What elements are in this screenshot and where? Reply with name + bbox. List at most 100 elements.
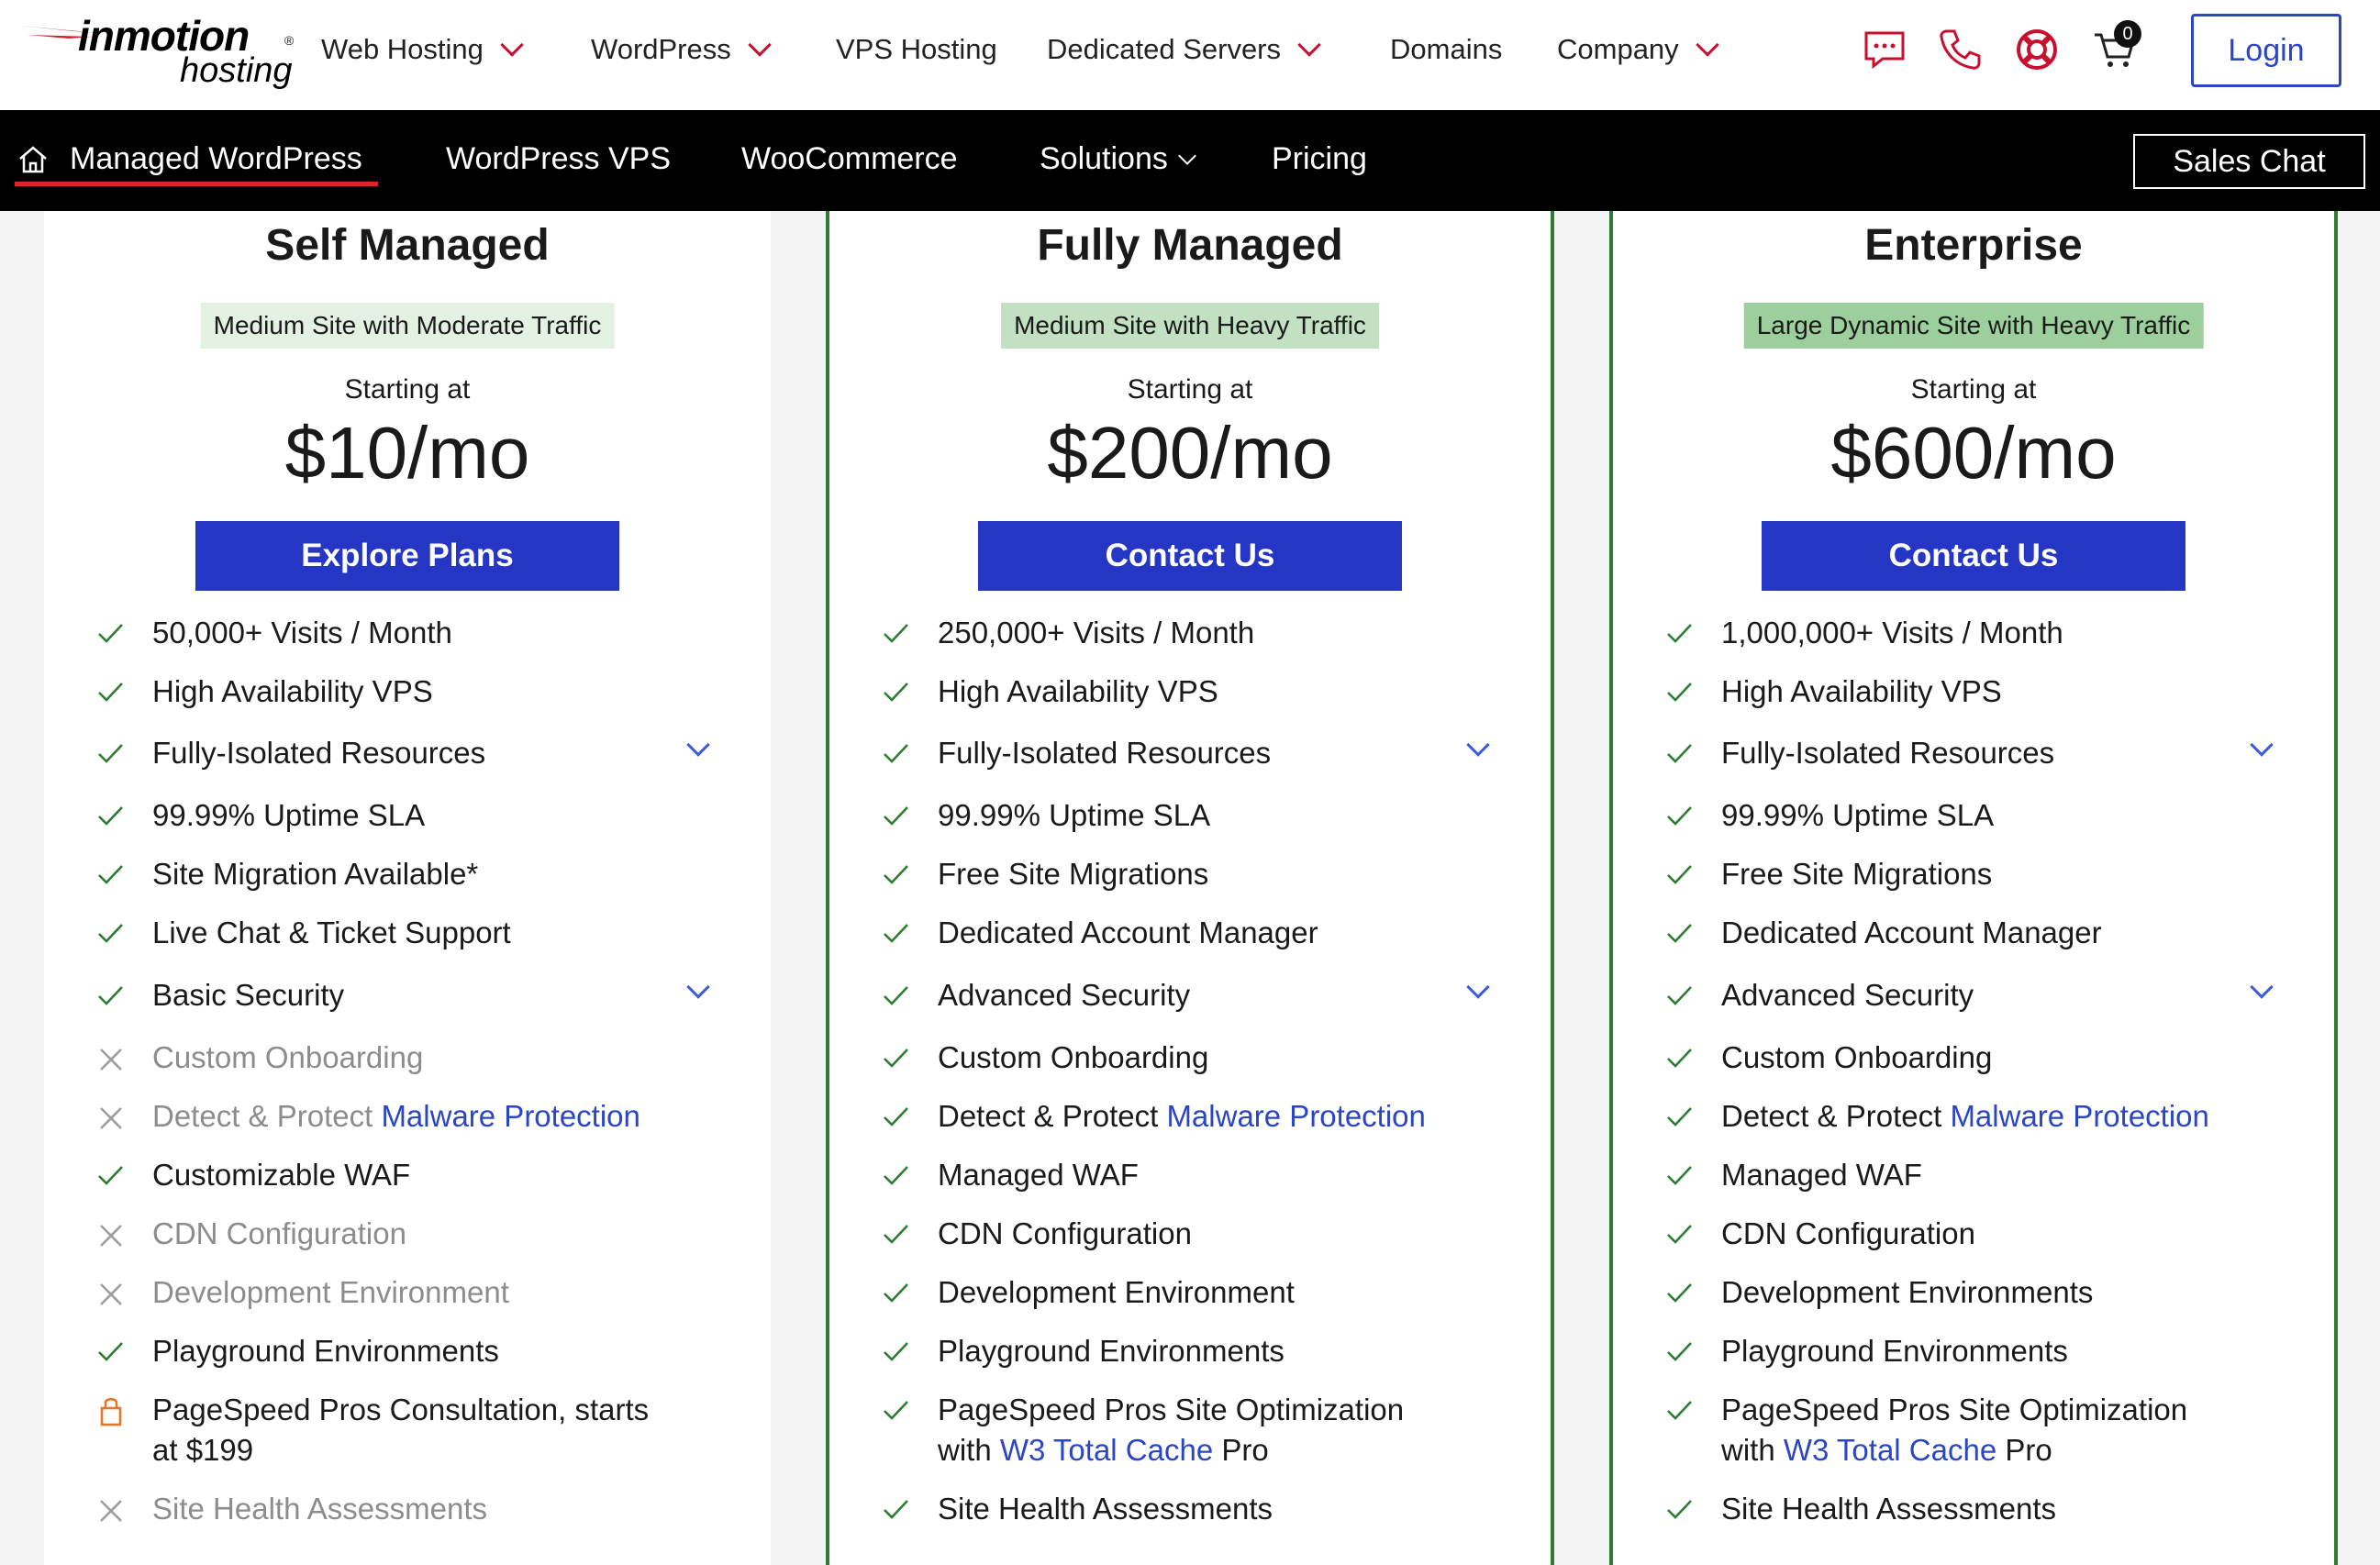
check-icon	[881, 672, 912, 712]
feature-row: CDN Configuration	[881, 1214, 1499, 1254]
feature-row: 1,000,000+ Visits / Month	[1664, 613, 2283, 653]
chevron-down-icon	[748, 33, 772, 57]
feature-content: Dedicated Account Manager	[1721, 913, 2102, 953]
nav-wordpress[interactable]: WordPress	[591, 33, 772, 66]
feature-content: Fully-Isolated Resources	[152, 733, 485, 773]
nav-vps-hosting[interactable]: VPS Hosting	[836, 33, 997, 66]
cross-icon	[95, 1038, 127, 1078]
nav-domains[interactable]: Domains	[1390, 33, 1502, 66]
starting-at-label: Starting at	[1127, 374, 1253, 405]
cross-icon	[95, 1214, 127, 1254]
feature-text: PageSpeed Pros Consultation, starts	[152, 1393, 650, 1426]
check-icon	[881, 854, 912, 894]
feature-row: PageSpeed Pros Site Optimization with W3 …	[1664, 1390, 2283, 1471]
phone-icon[interactable]	[1936, 26, 1984, 73]
feature-row: High Availability VPS	[1664, 672, 2283, 712]
feature-text: Fully-Isolated Resources	[152, 736, 486, 770]
feature-content: High Availability VPS	[938, 672, 1218, 712]
feature-text: Site Migration Available*	[152, 857, 479, 891]
feature-link[interactable]: Malware Protection	[1166, 1099, 1425, 1133]
feature-content: 50,000+ Visits / Month	[152, 613, 452, 653]
feature-text-line2: at $199	[152, 1433, 254, 1467]
check-icon	[881, 733, 912, 773]
feature-text: CDN Configuration	[938, 1216, 1192, 1250]
plan-title: Fully Managed	[1037, 221, 1343, 270]
feature-text: Advanced Security	[1721, 978, 1974, 1012]
nav-dedicated-servers[interactable]: Dedicated Servers	[1047, 33, 1321, 66]
feature-text: Site Health Assessments	[1721, 1492, 2056, 1526]
subnav-managed-wordpress-label: Managed WordPress	[70, 141, 362, 176]
sales-chat-button[interactable]: Sales Chat	[2133, 134, 2365, 189]
check-icon	[881, 1096, 912, 1137]
feature-content: Site Migration Available*	[152, 854, 478, 894]
expand-chevron-icon[interactable]	[686, 975, 710, 999]
support-icon[interactable]	[2013, 26, 2061, 73]
plan-cta-button[interactable]: Contact Us	[978, 521, 1402, 591]
check-icon	[1664, 1272, 1696, 1313]
check-icon	[1664, 672, 1696, 712]
expand-chevron-icon[interactable]	[2250, 733, 2274, 757]
plan-cta-button[interactable]: Contact Us	[1762, 521, 2185, 591]
feature-content: Site Health Assessments	[938, 1489, 1273, 1529]
nav-company[interactable]: Company	[1557, 33, 1719, 66]
subnav-wordpress-vps[interactable]: WordPress VPS	[446, 141, 671, 177]
feature-row: High Availability VPS	[881, 672, 1499, 712]
plan-traffic-badge: Medium Site with Heavy Traffic	[1001, 303, 1379, 349]
expand-chevron-icon[interactable]	[686, 733, 710, 757]
feature-content: 99.99% Uptime SLA	[152, 795, 425, 836]
feature-link[interactable]: Malware Protection	[1950, 1099, 2208, 1133]
plan-traffic-badge: Medium Site with Moderate Traffic	[200, 303, 615, 349]
feature-row: PageSpeed Pros Site Optimization with W3 …	[881, 1390, 1499, 1471]
feature-content: Detect & Protect Malware Protection	[152, 1096, 640, 1137]
lock-icon	[95, 1390, 127, 1430]
feature-row: Free Site Migrations	[881, 854, 1499, 894]
w3-total-cache-link[interactable]: W3 Total Cache	[1000, 1433, 1213, 1467]
feature-content: Site Health Assessments	[1721, 1489, 2056, 1529]
feature-content: Fully-Isolated Resources	[1721, 733, 2054, 773]
login-button[interactable]: Login	[2191, 14, 2341, 87]
expand-chevron-icon[interactable]	[1466, 733, 1490, 757]
feature-text: Free Site Migrations	[1721, 857, 1993, 891]
nav-web-hosting[interactable]: Web Hosting	[321, 33, 524, 66]
feature-row: 50,000+ Visits / Month	[95, 613, 719, 653]
plan-card-fully-managed: Fully Managed Medium Site with Heavy Traf…	[826, 211, 1554, 1565]
feature-row: Fully-Isolated Resources	[95, 733, 719, 773]
feature-content: Detect & Protect Malware Protection	[1721, 1096, 2209, 1137]
feature-content: Playground Environments	[938, 1331, 1285, 1371]
feature-text: High Availability VPS	[152, 674, 433, 708]
feature-text: Fully-Isolated Resources	[1721, 736, 2055, 770]
feature-row: Managed WAF	[881, 1155, 1499, 1195]
subnav-managed-wordpress[interactable]: Managed WordPress	[17, 141, 362, 177]
nav-wordpress-label: WordPress	[591, 33, 731, 65]
feature-text: Advanced Security	[938, 978, 1191, 1012]
feature-row: CDN Configuration	[1664, 1214, 2283, 1254]
feature-content: CDN Configuration	[1721, 1214, 1975, 1254]
check-icon	[881, 795, 912, 836]
feature-content: Dedicated Account Manager	[938, 913, 1318, 953]
subnav-solutions[interactable]: Solutions	[1040, 141, 1196, 177]
check-icon	[881, 1155, 912, 1195]
feature-row: 250,000+ Visits / Month	[881, 613, 1499, 653]
feature-content: Advanced Security	[938, 975, 1190, 1016]
expand-chevron-icon[interactable]	[2250, 975, 2274, 999]
feature-row: 99.99% Uptime SLA	[95, 795, 719, 836]
feature-text: Playground Environments	[1721, 1334, 2068, 1368]
chat-icon[interactable]	[1861, 26, 1908, 73]
check-icon	[1664, 913, 1696, 953]
feature-row: Site Health Assessments	[95, 1489, 719, 1529]
feature-content: Fully-Isolated Resources	[938, 733, 1271, 773]
plan-cta-button[interactable]: Explore Plans	[195, 521, 619, 591]
feature-text: Free Site Migrations	[938, 857, 1209, 891]
subnav-pricing[interactable]: Pricing	[1272, 141, 1367, 177]
inmotion-hosting-logo[interactable]: inmotion hosting ®	[18, 11, 303, 95]
expand-chevron-icon[interactable]	[1466, 975, 1490, 999]
feature-content: High Availability VPS	[1721, 672, 2002, 712]
feature-content: PageSpeed Pros Site Optimization with W3 …	[938, 1390, 1404, 1471]
check-icon	[95, 975, 127, 1016]
subnav-woocommerce[interactable]: WooCommerce	[741, 141, 958, 177]
feature-text: CDN Configuration	[152, 1216, 406, 1250]
w3-total-cache-link[interactable]: W3 Total Cache	[1784, 1433, 1996, 1467]
home-icon	[19, 145, 47, 172]
feature-text: High Availability VPS	[938, 674, 1218, 708]
feature-link[interactable]: Malware Protection	[381, 1099, 639, 1133]
